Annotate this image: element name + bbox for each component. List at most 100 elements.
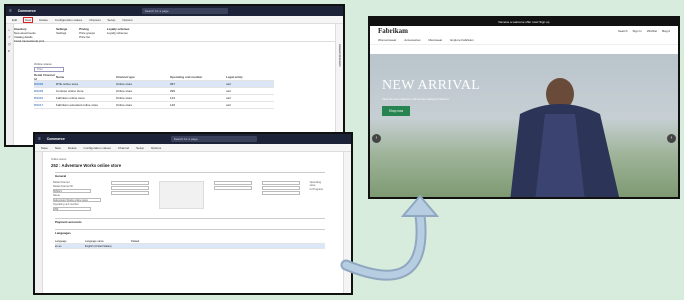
save-button[interactable]: Save [41,146,48,150]
configuration-values-button[interactable]: Configuration values [84,146,111,150]
action-ribbon: Inventory New assortments Catalog detail… [6,24,343,43]
form-field[interactable] [111,181,149,185]
channel-type: Online store [116,89,133,93]
operating-unit-field[interactable]: 252 [53,207,91,211]
form-field[interactable] [261,186,300,190]
app-topbar: ☰ Commerce Search for a page [35,134,351,144]
column-header[interactable]: Channel type [116,75,170,79]
delete-button[interactable]: Delete [68,146,77,150]
shop-now-button[interactable]: Shop now [382,106,410,116]
configuration-values-button[interactable]: Configuration values [55,18,82,22]
clock-icon[interactable]: ◷ [8,42,11,46]
form-field[interactable] [213,181,252,185]
field-label: Name [53,194,60,197]
options-tab[interactable]: Options [151,146,161,150]
field-column: Retail channel Retail channel ID RS021 N… [53,181,101,212]
column-header[interactable]: Name [56,75,116,79]
wishlist-icon[interactable]: Wishlist [647,29,657,33]
ribbon-item[interactable]: Loyalty schemes [107,31,130,35]
hero-title: NEW ARRIVAL [382,78,481,93]
languages-grid: Language Language name Default en-us Eng… [55,239,325,249]
form-body: Online stores 252 : Adventure Works onli… [49,158,331,252]
form-field[interactable] [213,186,252,190]
column-header[interactable]: Operating unit number [170,75,226,79]
home-icon[interactable]: ⌂ [8,28,10,32]
table-row[interactable]: RS003 Contoso online store Online store … [34,88,274,95]
edit-button[interactable]: Edit [12,18,17,22]
sign-in-link[interactable]: Sign In [632,29,641,33]
form-field[interactable] [261,181,300,185]
setup-tab[interactable]: Setup [136,146,144,150]
channel-image-placeholder[interactable] [159,181,204,209]
language-name: English (United States) [85,244,112,248]
star-icon[interactable]: ☆ [8,35,11,39]
channel-type: Online store [116,103,133,107]
status-value: In Progress [309,188,323,191]
languages-fasttab[interactable]: Languages [55,229,325,236]
promo-banner[interactable]: Receive a welcome offer now! Sign up [370,18,678,26]
channel-tab[interactable]: Channel [118,146,129,150]
channel-tab[interactable]: Channel [89,18,100,22]
nav-explore[interactable]: Explore Fabrikam [450,38,474,42]
action-toolbar: Save New Delete Configuration values Cha… [35,144,351,152]
new-button[interactable]: New [55,146,61,150]
search-input[interactable]: Search for a page [141,8,228,14]
table-row[interactable]: en-us English (United States) [55,244,325,249]
app-launcher-icon[interactable]: ☰ [9,9,12,13]
table-row[interactable]: RS016 Fabrikam online store Online store… [34,95,274,102]
table-row[interactable]: RS002 RTE online store Online store 097 … [34,81,274,88]
channel-id-link[interactable]: RS002 [34,82,56,86]
column-header[interactable]: Legal entity [226,75,266,79]
nav-menswear[interactable]: Menswear [428,38,442,42]
related-info-panel[interactable]: Related information [335,24,343,145]
setup-tab[interactable]: Setup [107,18,115,22]
store-name: RTE online store [56,82,79,86]
ribbon-group-pricing: Pricing Price groups Price list [79,27,95,39]
field-label: Retail channel [53,181,70,184]
search-input[interactable]: Search for a page [170,136,257,142]
cart-icon[interactable]: Bag 0 [662,29,670,33]
field-label: Retail channel ID [53,185,73,188]
utility-links: Search Sign In Wishlist Bag 0 [618,29,670,33]
channel-type: Online store [116,96,133,100]
app-launcher-icon[interactable]: ☰ [38,137,41,141]
form-field[interactable] [111,191,149,195]
brand-logo[interactable]: Fabrikam [378,27,408,35]
related-info-panel[interactable] [343,152,351,293]
channel-id-link[interactable]: RS003 [34,89,56,93]
nav-accessories[interactable]: Accessories [404,38,420,42]
payment-accounts-fasttab[interactable]: Payment accounts [55,218,325,225]
breadcrumb[interactable]: Online stores [51,158,331,161]
chevron-right-icon[interactable]: › [667,134,676,143]
channel-id-link[interactable]: RS017 [34,103,56,107]
channel-id-field[interactable]: RS021 [53,189,91,193]
ribbon-group-loyalty: Loyalty schemes Loyalty schemes [107,27,130,38]
legal-entity: usrt [226,89,232,93]
nav-womenswear[interactable]: Womenswear [378,38,396,42]
column-header[interactable]: Language [55,240,85,243]
list-icon[interactable]: ≡ [8,49,10,53]
ribbon-item[interactable]: Price list [79,35,95,39]
delete-button[interactable]: Delete [39,18,48,22]
search-link[interactable]: Search [618,29,628,33]
options-tab[interactable]: Options [122,18,132,22]
online-stores-screenshot: ☰ Commerce Search for a page Edit New De… [4,4,345,147]
filter-input[interactable]: Filter [34,67,64,72]
general-fasttab[interactable]: General [55,172,325,179]
column-header[interactable]: Language name [85,240,131,243]
legal-entity: usrt [226,103,232,107]
ribbon-item[interactable]: Settings [56,31,67,35]
general-fields: Retail channel Retail channel ID RS021 N… [49,179,331,214]
table-row[interactable]: RS017 Fabrikam extended online store Onl… [34,102,274,109]
field-column: Operating store In Progress [310,181,327,212]
channel-id-link[interactable]: RS016 [34,96,56,100]
column-header[interactable]: Default [131,240,151,243]
form-field[interactable] [261,191,300,195]
left-nav-rail: ⌂ ☆ ◷ ≡ [6,24,14,145]
column-header[interactable]: Retail Channel Id [34,73,56,81]
form-field[interactable] [111,186,149,190]
new-button[interactable]: New [23,16,34,23]
name-field[interactable]: Adventure Works online store [53,198,101,202]
chevron-left-icon[interactable]: ‹ [372,134,381,143]
ribbon-item[interactable]: Fiscal transactional print [14,39,44,43]
